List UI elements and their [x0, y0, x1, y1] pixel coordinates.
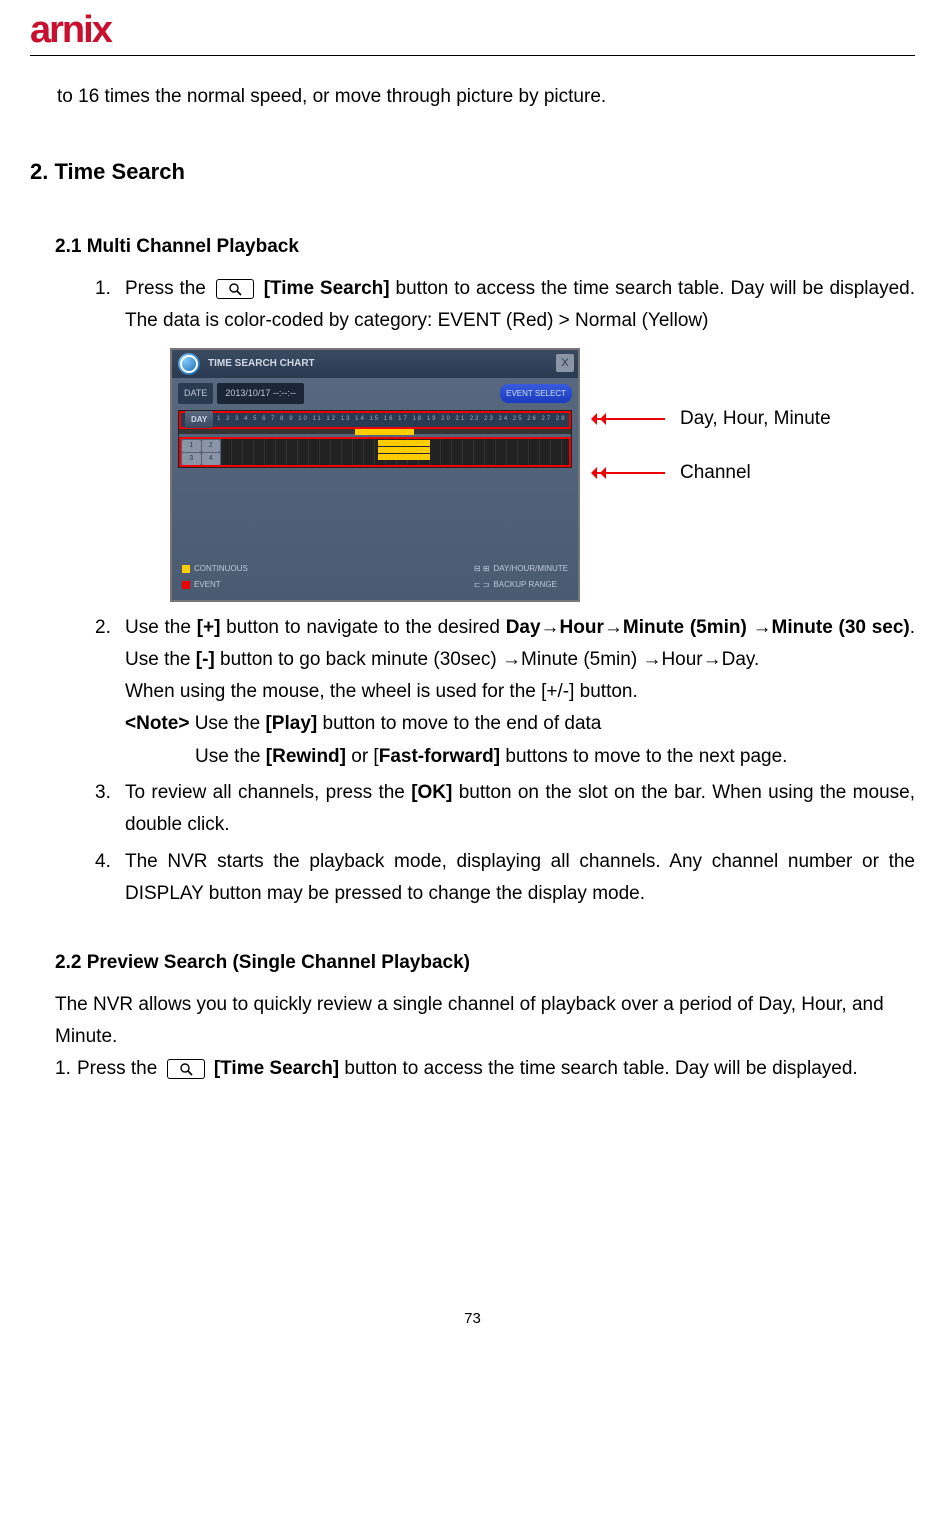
- section-2-2-intro: The NVR allows you to quickly review a s…: [55, 989, 915, 1054]
- callout-text-1: Day, Hour, Minute: [680, 403, 831, 435]
- callout-day-hour-minute: Day, Hour, Minute: [595, 403, 831, 435]
- list-content: The NVR starts the playback mode, displa…: [125, 846, 915, 911]
- legend-dhm: DAY/HOUR/MINUTE: [493, 562, 568, 576]
- channel-labels: 1 2 3 4: [181, 439, 221, 465]
- minus-button-label: [-]: [196, 649, 215, 670]
- magnifier-icon: [216, 279, 254, 299]
- chart-area: DAY 1 2 3 4 5 6 7 8 9 10 11 12 13 14 15 …: [178, 410, 572, 468]
- text: button to go back minute (30sec) →Minute…: [215, 649, 760, 670]
- clock-search-icon: [178, 353, 200, 375]
- intro-text: to 16 times the normal speed, or move th…: [57, 81, 915, 113]
- list-content: Press the [Time Search] button to access…: [125, 273, 915, 338]
- list-content: To review all channels, press the [OK] b…: [125, 777, 915, 842]
- channel-2: 2: [202, 440, 221, 452]
- window-titlebar: TIME SEARCH CHART X: [172, 350, 578, 378]
- text: Press the: [125, 278, 212, 299]
- legend-continuous: CONTINUOUS: [194, 562, 248, 576]
- list-number: 2.: [95, 612, 125, 773]
- plus-button-label: [+]: [197, 617, 221, 638]
- text: Use the: [195, 746, 266, 767]
- window-title: TIME SEARCH CHART: [208, 355, 315, 372]
- channel-1: 1: [182, 440, 201, 452]
- text: button to access the time search table. …: [344, 1058, 857, 1079]
- list-content: Press the [Time Search] button to access…: [77, 1053, 915, 1085]
- section-2-1-title: 2.1 Multi Channel Playback: [55, 231, 915, 263]
- list-item-3: 3. To review all channels, press the [OK…: [95, 777, 915, 842]
- event-select-button[interactable]: EVENT SELECT: [500, 384, 572, 404]
- text: or [: [346, 746, 379, 767]
- list-number: 4.: [95, 846, 125, 911]
- time-search-label: [Time Search]: [214, 1058, 339, 1079]
- nav-sequence: Day→Hour→Minute (5min) →Minute (30 sec): [506, 617, 910, 638]
- section-2-title: 2. Time Search: [30, 153, 915, 190]
- time-search-label: [Time Search]: [264, 278, 390, 299]
- screenshot-callouts: Day, Hour, Minute Channel: [595, 403, 831, 512]
- page-header: arnix: [30, 0, 915, 55]
- arrow-icon: [595, 418, 665, 420]
- channel-bars: [221, 439, 569, 465]
- list-content: Use the [+] button to navigate to the de…: [125, 612, 915, 773]
- list-number: 3.: [95, 777, 125, 842]
- channel-3: 3: [182, 453, 201, 465]
- list-number: 1.: [55, 1053, 77, 1085]
- text: Use the: [189, 713, 265, 734]
- magnifier-icon: [167, 1059, 205, 1079]
- section-2-2-title: 2.2 Preview Search (Single Channel Playb…: [55, 947, 915, 979]
- red-square-icon: [182, 581, 190, 589]
- mouse-wheel-note: When using the mouse, the wheel is used …: [125, 676, 915, 708]
- callout-text-2: Channel: [680, 457, 751, 489]
- close-button[interactable]: X: [556, 354, 574, 372]
- time-search-chart-window: TIME SEARCH CHART X DATE 2013/10/17 --:-…: [170, 348, 580, 602]
- text: To review all channels, press the: [125, 782, 411, 803]
- date-row: DATE 2013/10/17 --:--:-- EVENT SELECT: [178, 382, 572, 406]
- svg-text:arnix: arnix: [30, 10, 113, 50]
- note-line-2: Use the [Rewind] or [Fast-forward] butto…: [195, 741, 915, 773]
- bracket-icon: ⊏ ⊐: [474, 578, 490, 592]
- yellow-square-icon: [182, 565, 190, 573]
- day-scale-row[interactable]: DAY 1 2 3 4 5 6 7 8 9 10 11 12 13 14 15 …: [179, 411, 571, 429]
- channel-4: 4: [202, 453, 221, 465]
- ok-button-label: [OK]: [411, 782, 452, 803]
- day-label: DAY: [185, 411, 213, 429]
- channel-rows[interactable]: 1 2 3 4: [179, 437, 571, 467]
- text: button to move to the end of data: [317, 713, 601, 734]
- header-divider: [30, 55, 915, 56]
- text: buttons to move to the next page.: [500, 746, 787, 767]
- list-item-2: 2. Use the [+] button to navigate to the…: [95, 612, 915, 773]
- fast-forward-button-label: Fast-forward]: [379, 746, 500, 767]
- minus-plus-icon: ⊟ ⊞: [474, 562, 490, 576]
- section-2-2-item-1: 1. Press the [Time Search] button to acc…: [55, 1053, 915, 1085]
- rewind-button-label: [Rewind]: [266, 746, 346, 767]
- chart-legend: CONTINUOUS EVENT ⊟ ⊞ DAY/HOUR/MINUTE ⊏ ⊐…: [182, 562, 568, 593]
- date-label: DATE: [178, 383, 213, 404]
- page-number: 73: [30, 1306, 915, 1332]
- legend-backup: BACKUP RANGE: [493, 578, 556, 592]
- note-line-1: <Note> Use the [Play] button to move to …: [125, 708, 915, 740]
- text: Press the: [77, 1058, 163, 1079]
- legend-event: EVENT: [194, 578, 221, 592]
- brand-logo: arnix: [30, 10, 190, 50]
- day-numbers: 1 2 3 4 5 6 7 8 9 10 11 12 13 14 15 16 1…: [217, 414, 569, 424]
- day-bar: [179, 429, 571, 434]
- list-item-4: 4. The NVR starts the playback mode, dis…: [95, 846, 915, 911]
- date-value: 2013/10/17 --:--:--: [217, 383, 304, 404]
- text: Use the: [125, 617, 197, 638]
- callout-channel: Channel: [595, 457, 831, 489]
- text: button to navigate to the desired: [220, 617, 505, 638]
- list-number: 1.: [95, 273, 125, 338]
- list-item-1: 1. Press the [Time Search] button to acc…: [95, 273, 915, 338]
- play-button-label: [Play]: [265, 713, 317, 734]
- arrow-icon: [595, 472, 665, 474]
- note-label: <Note>: [125, 713, 189, 734]
- time-search-screenshot-figure: TIME SEARCH CHART X DATE 2013/10/17 --:-…: [170, 348, 915, 602]
